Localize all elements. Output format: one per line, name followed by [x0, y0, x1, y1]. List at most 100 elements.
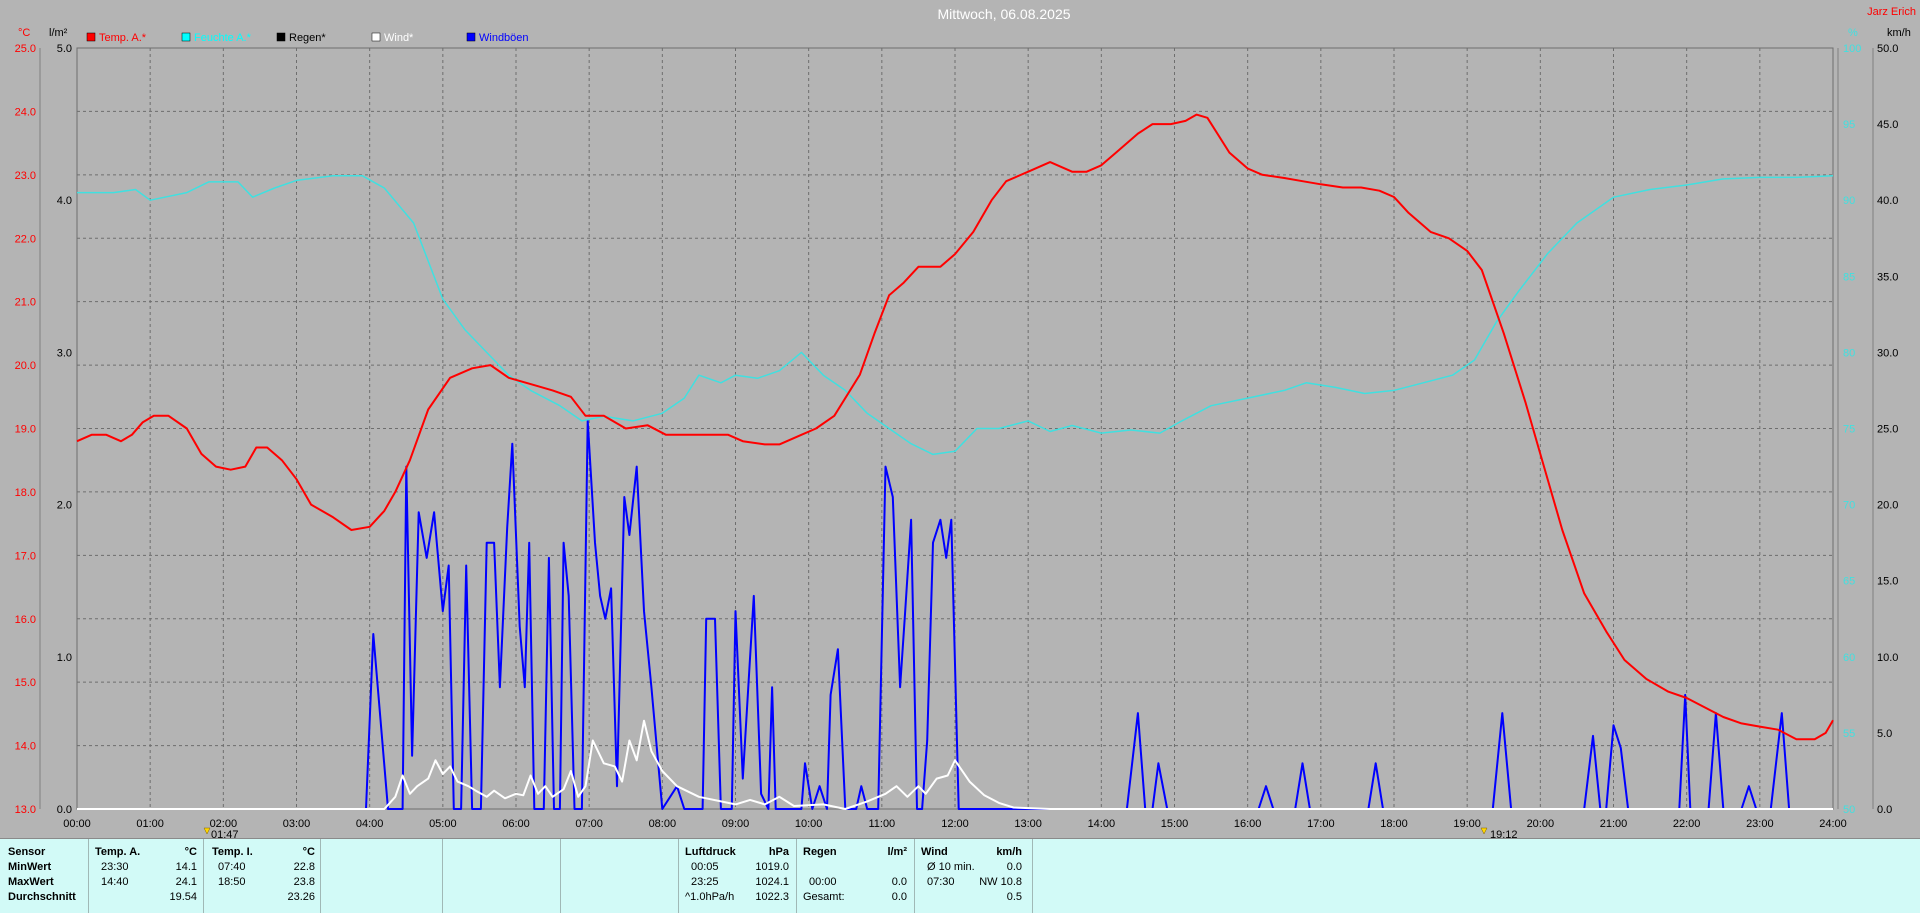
stats-wind-avg-value: 0.5	[1006, 891, 1022, 903]
temp-axis-tick-label: 16.0	[15, 614, 36, 626]
unit-temp-label: °C	[18, 27, 30, 39]
x-tick-label: 09:00	[722, 818, 750, 830]
stats-pressure-min-time: 00:05	[691, 861, 719, 873]
humidity-axis-tick-label: 85	[1843, 271, 1855, 283]
x-tick-label: 16:00	[1234, 818, 1262, 830]
stats-sensor-header: Sensor	[8, 846, 46, 858]
x-tick-label: 13:00	[1014, 818, 1042, 830]
x-tick-label: 07:00	[575, 818, 603, 830]
wind-axis-tick-label: 40.0	[1877, 195, 1898, 207]
x-tick-label: 10:00	[795, 818, 823, 830]
stats-pressure-min-value: 1019.0	[755, 861, 789, 873]
stats-temp-outdoor-unit: °C	[184, 846, 197, 858]
x-tick-label: 17:00	[1307, 818, 1335, 830]
temp-axis-tick-label: 20.0	[15, 360, 36, 372]
chart-title: Mittwoch, 06.08.2025	[937, 6, 1070, 22]
rain-axis-tick-label: 0.0	[57, 804, 72, 816]
stats-temp-indoor-max-value: 23.8	[293, 876, 315, 888]
temp-axis-tick-label: 24.0	[15, 106, 36, 118]
stats-row-avg: Durchschnitt	[8, 891, 76, 903]
humidity-axis-tick-label: 100	[1843, 43, 1861, 55]
x-tick-label: 08:00	[649, 818, 677, 830]
rain-axis-tick-label: 5.0	[57, 43, 72, 55]
unit-wind-label: km/h	[1887, 27, 1911, 39]
legend-swatch	[86, 32, 96, 42]
sunset-marker-label: 19:12	[1490, 829, 1518, 838]
stats-pressure-header: Luftdruck	[685, 846, 736, 858]
stats-temp-outdoor-max-value: 24.1	[175, 876, 197, 888]
wind-axis-tick-label: 0.0	[1877, 804, 1892, 816]
temp-axis-tick-label: 13.0	[15, 804, 36, 816]
wind-axis-tick-label: 50.0	[1877, 43, 1898, 55]
wind-axis-tick-label: 20.0	[1877, 500, 1898, 512]
x-tick-label: 00:00	[63, 818, 91, 830]
stats-temp-indoor-avg-value: 23.26	[287, 891, 315, 903]
stats-wind-column: Wind km/h Ø 10 min. 0.0 07:30 NW 10.8 0.…	[914, 839, 1032, 913]
x-tick-label: 05:00	[429, 818, 457, 830]
legend-label: Wind*	[384, 32, 414, 44]
rain-axis-tick-label: 4.0	[57, 195, 72, 207]
stats-rain-total-label: Gesamt:	[803, 891, 845, 903]
temp-axis-tick-label: 21.0	[15, 297, 36, 309]
legend-swatch	[371, 32, 381, 42]
x-tick-label: 18:00	[1380, 818, 1408, 830]
humidity-axis-tick-label: 70	[1843, 500, 1855, 512]
stats-temp-indoor-min-time: 07:40	[218, 861, 246, 873]
stats-wind-max-value: NW 10.8	[979, 876, 1022, 888]
legend-swatch	[276, 32, 286, 42]
wind-axis-tick-label: 30.0	[1877, 347, 1898, 359]
legend-label: Temp. A.*	[99, 32, 147, 44]
stats-rain-total-value: 0.0	[891, 891, 907, 903]
stats-wind-avg10-value: 0.0	[1006, 861, 1022, 873]
stats-row-min: MinWert	[8, 861, 52, 873]
stats-empty-cell-2	[442, 839, 560, 913]
stats-empty-cell-3	[560, 839, 678, 913]
x-tick-label: 12:00	[941, 818, 969, 830]
statistics-panel: Sensor MinWert MaxWert Durchschnitt Temp…	[0, 838, 1920, 913]
x-tick-label: 22:00	[1673, 818, 1701, 830]
stats-temp-indoor-min-value: 22.8	[293, 861, 315, 873]
legend-label: Regen*	[289, 32, 326, 44]
x-tick-label: 20:00	[1527, 818, 1555, 830]
temp-axis-tick-label: 19.0	[15, 424, 36, 436]
legend-label: Feuchte A.*	[194, 32, 252, 44]
stats-temp-outdoor-min-time: 23:30	[101, 861, 129, 873]
x-tick-label: 04:00	[356, 818, 384, 830]
humidity-axis-tick-label: 95	[1843, 119, 1855, 131]
stats-temp-indoor-header: Temp. I.	[212, 846, 253, 858]
stats-temp-outdoor-column: Temp. A. °C 23:30 14.1 14:40 24.1 19.54	[88, 839, 203, 913]
stats-rain-header: Regen	[803, 846, 837, 858]
temp-axis-tick-label: 22.0	[15, 233, 36, 245]
stats-pressure-unit: hPa	[768, 846, 789, 858]
stats-temp-indoor-max-time: 18:50	[218, 876, 246, 888]
x-tick-label: 19:00	[1453, 818, 1481, 830]
humidity-axis-tick-label: 65	[1843, 576, 1855, 588]
legend-swatch	[181, 32, 191, 42]
stats-pressure-trend: ^1.0hPa/h	[685, 891, 735, 903]
chart-background	[0, 0, 1920, 838]
stats-wind-max-time: 07:30	[927, 876, 955, 888]
x-tick-label: 06:00	[502, 818, 530, 830]
stats-temp-indoor-column: Temp. I. °C 07:40 22.8 18:50 23.8 23.26	[203, 839, 320, 913]
x-tick-label: 24:00	[1819, 818, 1847, 830]
stats-empty-cell-7	[1032, 839, 1152, 913]
station-label: Jarz Erich	[1867, 6, 1916, 18]
sunrise-marker-label: 01:47	[211, 829, 239, 838]
temp-axis-tick-label: 17.0	[15, 550, 36, 562]
stats-empty-cell-1	[320, 839, 442, 913]
legend-label: Windböen	[479, 32, 529, 44]
stats-pressure-max-value: 1024.1	[755, 876, 789, 888]
stats-pressure-avg-value: 1022.3	[755, 891, 789, 903]
wind-axis-tick-label: 45.0	[1877, 119, 1898, 131]
x-tick-label: 15:00	[1161, 818, 1189, 830]
humidity-axis-tick-label: 60	[1843, 652, 1855, 664]
stats-temp-outdoor-max-time: 14:40	[101, 876, 129, 888]
wind-axis-tick-label: 15.0	[1877, 576, 1898, 588]
stats-sensor-column: Sensor MinWert MaxWert Durchschnitt	[0, 839, 88, 913]
rain-axis-tick-label: 2.0	[57, 500, 72, 512]
temp-axis-tick-label: 15.0	[15, 677, 36, 689]
rain-axis-tick-label: 1.0	[57, 652, 72, 664]
unit-humidity-label: %	[1848, 27, 1858, 39]
x-tick-label: 21:00	[1600, 818, 1628, 830]
humidity-axis-tick-label: 75	[1843, 424, 1855, 436]
